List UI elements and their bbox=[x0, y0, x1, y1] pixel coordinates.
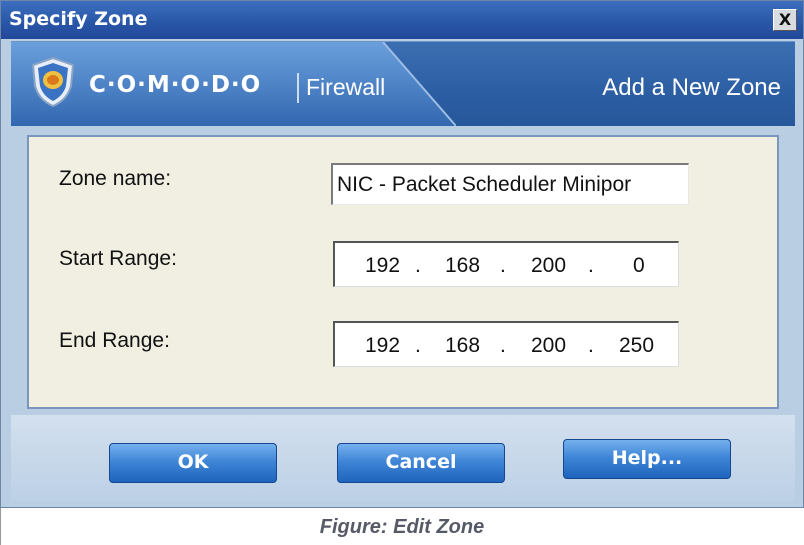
end-octet-2[interactable]: 168 bbox=[445, 334, 480, 358]
help-button[interactable]: Help... bbox=[563, 439, 731, 479]
window-title: Specify Zone bbox=[9, 8, 148, 30]
figure-caption: Figure: Edit Zone bbox=[319, 516, 485, 538]
end-octet-3[interactable]: 200 bbox=[531, 334, 566, 358]
ok-button[interactable]: OK bbox=[109, 443, 277, 483]
close-icon: X bbox=[778, 10, 792, 29]
comodo-shield-icon bbox=[31, 56, 75, 108]
end-octet-4[interactable]: 250 bbox=[619, 334, 654, 358]
start-octet-4[interactable]: 0 bbox=[633, 254, 645, 278]
start-octet-3[interactable]: 200 bbox=[531, 254, 566, 278]
zone-name-input[interactable]: NIC - Packet Scheduler Minipor bbox=[331, 163, 689, 205]
ip-dot: . bbox=[500, 254, 506, 277]
end-range-label: End Range: bbox=[59, 329, 170, 352]
dialog-heading: Add a New Zone bbox=[602, 74, 781, 101]
start-range-label: Start Range: bbox=[59, 247, 177, 270]
zone-form: Zone name: NIC - Packet Scheduler Minipo… bbox=[27, 135, 779, 409]
brand-name: C·O·M·O·D·O bbox=[89, 72, 262, 98]
product-name: Firewall bbox=[306, 74, 386, 100]
start-octet-2[interactable]: 168 bbox=[445, 254, 480, 278]
title-bar[interactable]: Specify Zone X bbox=[1, 1, 803, 39]
end-octet-1[interactable]: 192 bbox=[365, 334, 400, 358]
start-range-ip-field[interactable]: 192 . 168 . 200 . 0 bbox=[333, 241, 679, 287]
ip-dot: . bbox=[415, 254, 421, 277]
button-bar: OK Cancel Help... bbox=[11, 415, 795, 501]
ip-dot: . bbox=[588, 334, 594, 357]
brand-divider bbox=[297, 73, 299, 103]
ip-dot: . bbox=[588, 254, 594, 277]
ip-dot: . bbox=[415, 334, 421, 357]
zone-name-label: Zone name: bbox=[59, 167, 172, 190]
end-range-ip-field[interactable]: 192 . 168 . 200 . 250 bbox=[333, 321, 679, 367]
specify-zone-dialog: Specify Zone X C·O·M·O·D·O Firewall Add … bbox=[0, 0, 804, 508]
start-octet-1[interactable]: 192 bbox=[365, 254, 400, 278]
cancel-button[interactable]: Cancel bbox=[337, 443, 505, 483]
ip-dot: . bbox=[500, 334, 506, 357]
brand-header: C·O·M·O·D·O Firewall Add a New Zone bbox=[11, 41, 795, 126]
close-button[interactable]: X bbox=[773, 9, 797, 31]
